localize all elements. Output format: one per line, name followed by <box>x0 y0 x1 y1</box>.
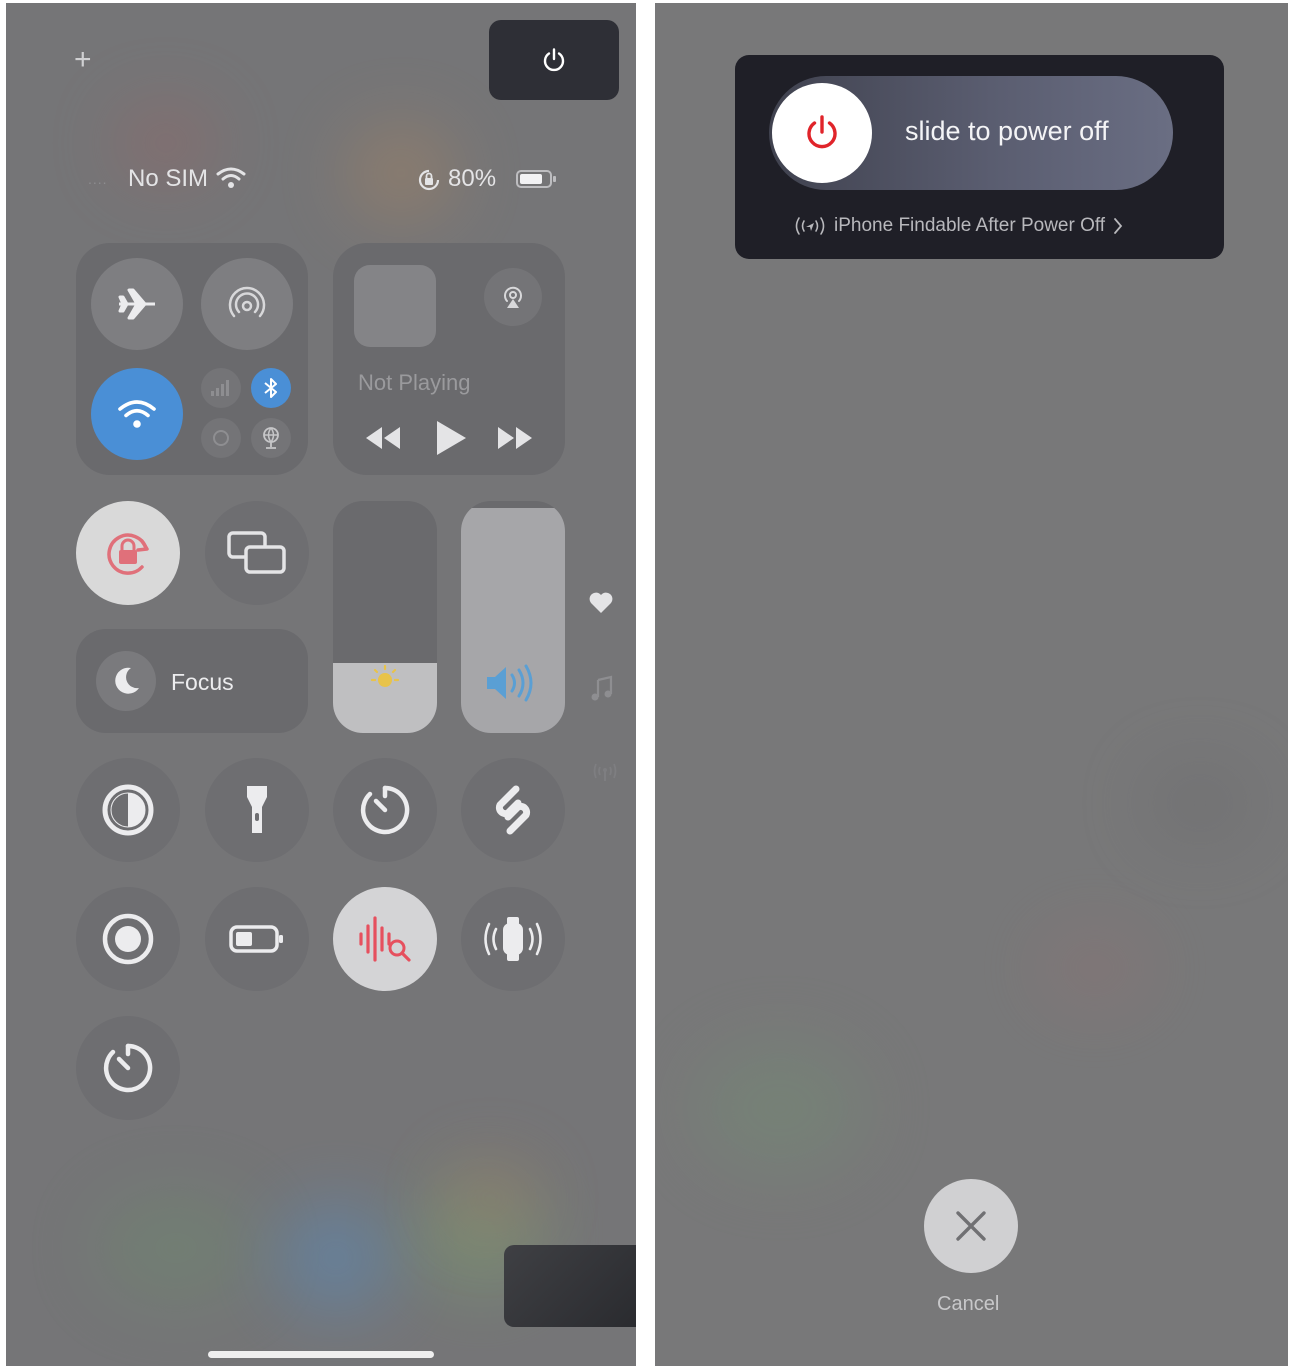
music-page-icon[interactable] <box>590 675 614 703</box>
battery-percent: 80% <box>448 165 497 192</box>
findable-after-power-off-link[interactable]: iPhone Findable After Power Off <box>792 214 1123 238</box>
stopwatch-button[interactable] <box>76 1016 180 1120</box>
focus-small-toggle[interactable] <box>201 418 241 458</box>
power-off-screen: slide to power off iPhone Findable After… <box>655 3 1288 1366</box>
low-power-mode-toggle[interactable] <box>205 887 309 991</box>
signal-dots: .... <box>88 171 108 187</box>
dark-mode-toggle[interactable] <box>76 758 180 862</box>
stopwatch-icon <box>103 1043 153 1093</box>
power-button[interactable] <box>489 20 619 100</box>
battery-icon <box>516 170 552 188</box>
fast-forward-icon[interactable] <box>496 425 534 451</box>
sound-recognition-icon <box>359 916 411 962</box>
globe-icon <box>263 427 279 449</box>
cancel-button[interactable] <box>924 1179 1018 1273</box>
watch-ping-icon <box>484 917 542 961</box>
home-indicator[interactable] <box>208 1351 434 1358</box>
airplane-icon <box>118 288 155 320</box>
rotation-lock-icon <box>107 533 149 575</box>
shazam-button[interactable] <box>461 758 565 862</box>
brightness-slider[interactable] <box>333 501 437 733</box>
focus-icon-circle <box>96 651 156 711</box>
ping-watch-button[interactable] <box>461 887 565 991</box>
close-icon <box>956 1211 986 1241</box>
find-my-signal-icon <box>795 217 825 235</box>
airplane-mode-toggle[interactable] <box>91 258 183 350</box>
cellular-data-toggle[interactable] <box>201 368 241 408</box>
timer-button[interactable] <box>333 758 437 862</box>
record-icon <box>102 913 154 965</box>
airdrop-icon <box>228 286 266 318</box>
focus-label: Focus <box>171 669 234 695</box>
favorites-page-icon[interactable] <box>588 591 614 615</box>
rewind-icon[interactable] <box>364 425 402 451</box>
speaker-icon <box>487 664 533 702</box>
power-icon <box>807 115 837 149</box>
airplay-icon <box>504 286 522 308</box>
cellular-icon <box>211 380 229 396</box>
bluetooth-toggle[interactable] <box>251 368 291 408</box>
flashlight-icon <box>247 786 267 833</box>
airdrop-toggle[interactable] <box>201 258 293 350</box>
shazam-icon <box>495 785 531 835</box>
wifi-toggle[interactable] <box>91 368 183 460</box>
sound-recognition-toggle[interactable] <box>333 887 437 991</box>
screen-mirroring-icon <box>227 531 286 574</box>
wifi-icon <box>118 400 156 428</box>
app-thumbnail <box>504 1245 636 1327</box>
play-icon[interactable] <box>434 419 468 457</box>
dark-mode-icon <box>102 784 154 836</box>
brightness-icon <box>370 664 400 687</box>
wifi-status-icon <box>216 167 246 188</box>
now-playing-status: Not Playing <box>358 370 471 395</box>
timer-icon <box>360 785 410 835</box>
power-icon <box>543 48 565 72</box>
vpn-toggle[interactable] <box>251 418 291 458</box>
bluetooth-icon <box>264 378 277 398</box>
carrier-label: No SIM <box>128 165 209 192</box>
flashlight-toggle[interactable] <box>205 758 309 862</box>
add-controls-button[interactable]: + <box>74 43 92 77</box>
screen-recording-button[interactable] <box>76 887 180 991</box>
control-center-screen: + .... No SIM 80% Not Playing Focus <box>6 3 636 1366</box>
orientation-lock-toggle[interactable] <box>76 501 180 605</box>
power-slider-knob[interactable] <box>772 83 872 183</box>
album-art-placeholder <box>354 265 436 347</box>
slide-to-power-off-label: slide to power off <box>905 116 1109 146</box>
connectivity-page-icon[interactable] <box>592 759 618 783</box>
low-battery-icon <box>229 925 283 953</box>
circle-icon <box>213 430 229 446</box>
airplay-button[interactable] <box>484 268 542 326</box>
screen-mirroring-button[interactable] <box>205 501 309 605</box>
findable-text: iPhone Findable After Power Off <box>834 215 1106 236</box>
rotation-lock-status-icon <box>418 169 440 191</box>
moon-icon <box>115 667 139 694</box>
status-bar: .... No SIM 80% <box>86 163 566 197</box>
cancel-label: Cancel <box>937 1293 1000 1315</box>
chevron-right-icon <box>1114 218 1123 234</box>
